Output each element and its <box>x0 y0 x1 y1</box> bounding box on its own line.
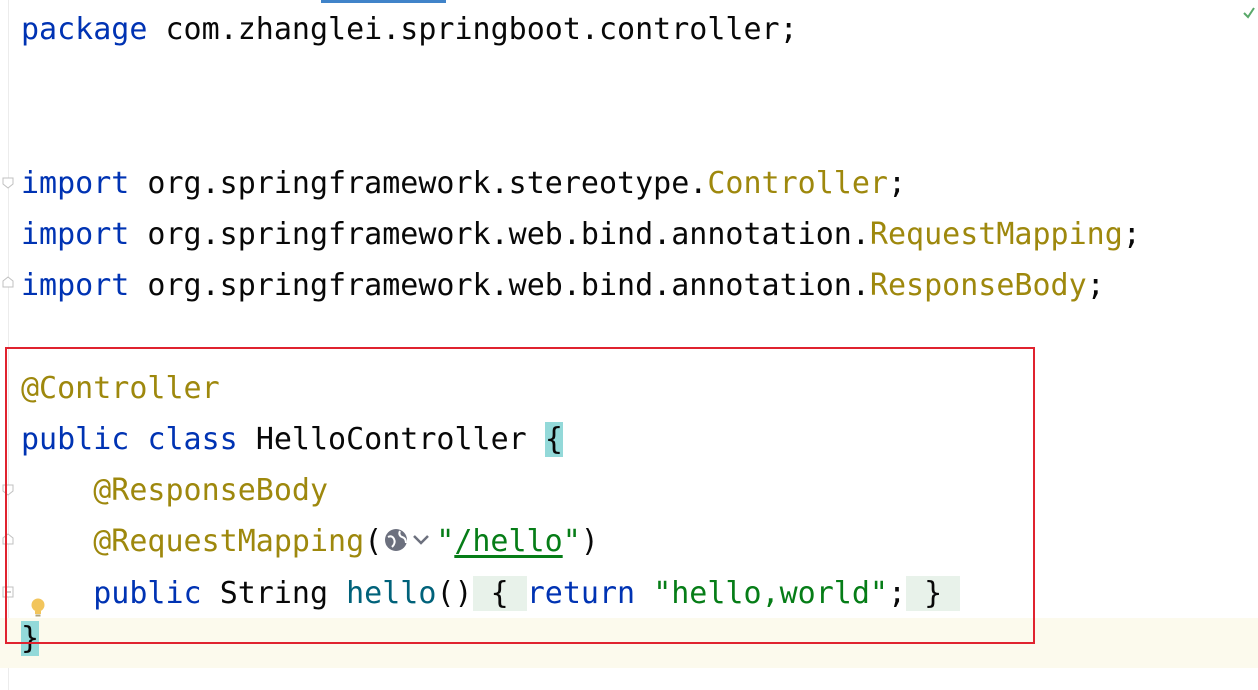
code-line-import[interactable]: import org.springframework.stereotype.Co… <box>21 159 906 209</box>
import-end: ; <box>1122 217 1141 252</box>
import-path: org.springframework.stereotype. <box>129 166 708 201</box>
code-line-import[interactable]: import org.springframework.web.bind.anno… <box>21 261 1105 311</box>
import-path: org.springframework.web.bind.annotation. <box>129 217 870 252</box>
active-tab-indicator <box>321 0 446 3</box>
import-end: ; <box>887 166 907 201</box>
highlight-box <box>5 347 1035 644</box>
import-class: RequestMapping <box>869 217 1123 252</box>
package-keyword: package <box>21 12 148 47</box>
import-path: org.springframework.web.bind.annotation. <box>129 268 870 303</box>
fold-marker-icon[interactable] <box>1 176 15 190</box>
import-keyword: import <box>21 217 130 252</box>
import-end: ; <box>1086 268 1105 303</box>
code-line-package[interactable]: package com.zhanglei.springboot.controll… <box>21 5 798 55</box>
import-class: ResponseBody <box>869 268 1087 303</box>
package-name: com.zhanglei.springboot.controller; <box>147 12 798 47</box>
fold-marker-icon[interactable] <box>1 275 15 289</box>
import-keyword: import <box>21 166 130 201</box>
check-icon[interactable] <box>1242 6 1256 20</box>
code-line-import[interactable]: import org.springframework.web.bind.anno… <box>21 210 1141 260</box>
import-class: Controller <box>707 166 888 201</box>
import-keyword: import <box>21 268 130 303</box>
